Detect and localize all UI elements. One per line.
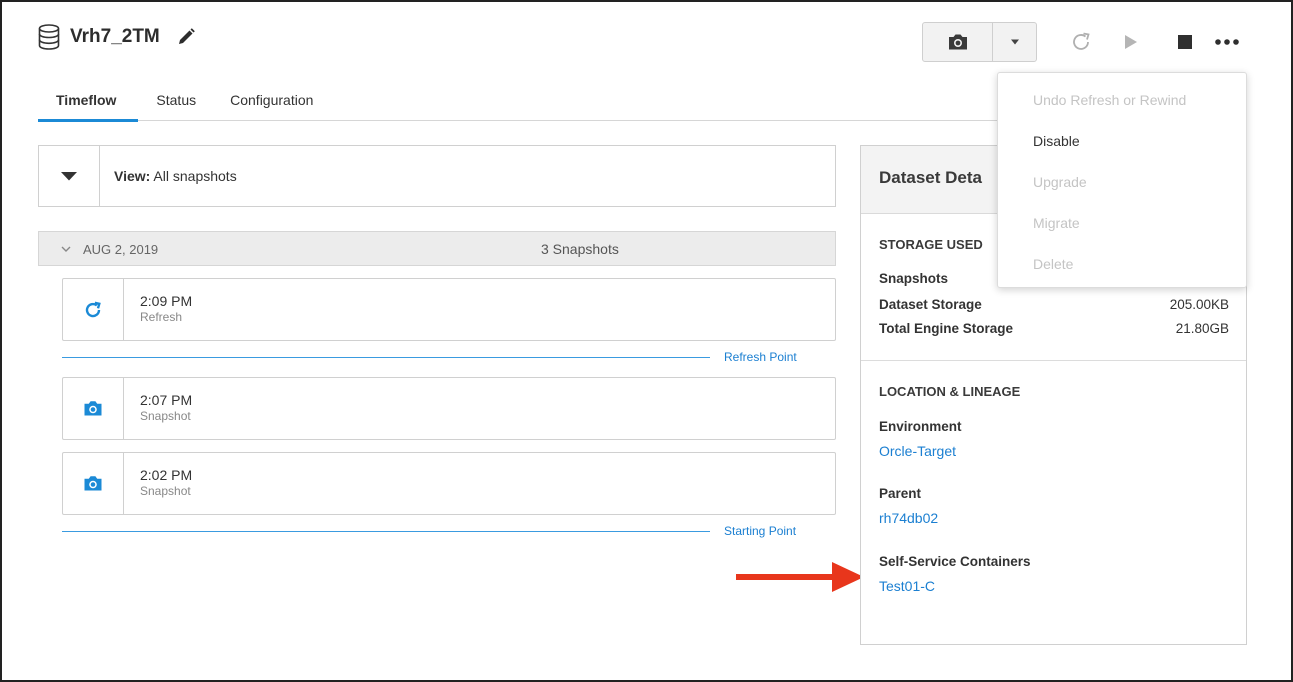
snapshot-card[interactable]: 2:07 PM Snapshot	[62, 377, 836, 440]
snapshot-time: 2:02 PM	[140, 467, 193, 483]
refresh-button[interactable]	[1067, 28, 1095, 56]
snapshot-card[interactable]: 2:09 PM Refresh	[62, 278, 836, 341]
caret-down-icon	[1010, 39, 1019, 45]
snapshot-icon-cell	[63, 279, 124, 340]
start-button[interactable]	[1117, 28, 1145, 56]
stop-icon	[1178, 35, 1192, 49]
refresh-icon	[1073, 32, 1090, 50]
snapshot-icon-cell	[63, 378, 124, 439]
more-horizontal-icon	[1215, 39, 1239, 45]
self-service-container-link[interactable]: Test01-C	[879, 578, 935, 594]
refresh-point-line	[62, 357, 710, 358]
parent-label: Parent	[879, 486, 922, 501]
more-actions-button[interactable]	[1213, 28, 1241, 56]
view-filter-label: View: All snapshots	[100, 146, 237, 206]
menu-item-upgrade[interactable]: Upgrade	[998, 172, 1246, 213]
snapshot-split-button	[922, 22, 1037, 62]
date-group-header[interactable]: AUG 2, 2019 3 Snapshots	[38, 231, 836, 266]
view-filter-toggle[interactable]	[39, 146, 100, 206]
storage-row-dataset: Dataset Storage 205.00KB	[879, 297, 1229, 315]
view-prefix: View:	[114, 168, 151, 184]
dataset-header: Vrh7_2TM	[38, 24, 196, 50]
triangle-down-icon	[61, 172, 77, 181]
camera-icon	[84, 401, 102, 416]
snapshot-text: 2:07 PM Snapshot	[124, 378, 192, 439]
snapshot-type: Snapshot	[140, 484, 191, 498]
storage-key: Dataset Storage	[879, 297, 982, 312]
tab-timeflow[interactable]: Timeflow	[38, 90, 139, 122]
snapshot-type: Snapshot	[140, 409, 191, 423]
dataset-title: Vrh7_2TM	[70, 26, 160, 47]
storage-key: Snapshots	[879, 271, 949, 286]
stop-button[interactable]	[1171, 28, 1199, 56]
tab-configuration[interactable]: Configuration	[230, 90, 333, 121]
group-date: AUG 2, 2019	[83, 242, 159, 257]
storage-section-title: STORAGE USED	[879, 237, 983, 252]
page-frame: Vrh7_2TM Timeflow Status Configuration V…	[0, 0, 1293, 682]
starting-point-line	[62, 531, 710, 532]
snapshot-card[interactable]: 2:02 PM Snapshot	[62, 452, 836, 515]
refresh-icon	[85, 301, 101, 317]
storage-row-total-engine: Total Engine Storage 21.80GB	[879, 321, 1229, 339]
snapshot-type: Refresh	[140, 310, 183, 324]
tab-bar: Timeflow Status Configuration	[38, 90, 1038, 122]
environment-label: Environment	[879, 419, 962, 434]
snapshot-time: 2:07 PM	[140, 392, 193, 408]
starting-point-label: Starting Point	[724, 524, 797, 538]
snapshot-text: 2:09 PM Refresh	[124, 279, 192, 340]
play-icon	[1125, 35, 1137, 49]
tab-status[interactable]: Status	[156, 90, 216, 121]
menu-item-undo-refresh[interactable]: Undo Refresh or Rewind	[998, 90, 1246, 131]
snapshot-time: 2:09 PM	[140, 293, 193, 309]
annotation-arrow-icon	[736, 562, 864, 592]
more-actions-menu: Undo Refresh or Rewind Disable Upgrade M…	[997, 72, 1247, 288]
menu-item-delete[interactable]: Delete	[998, 254, 1246, 295]
camera-icon	[948, 34, 967, 50]
database-icon	[38, 24, 60, 50]
self-service-containers-label: Self-Service Containers	[879, 554, 1031, 569]
snapshot-icon-cell	[63, 453, 124, 514]
snapshot-options-dropdown[interactable]	[993, 23, 1036, 61]
edit-pencil-icon[interactable]	[176, 27, 196, 47]
camera-icon	[84, 476, 102, 491]
menu-item-migrate[interactable]: Migrate	[998, 213, 1246, 254]
toolbar	[922, 22, 1241, 62]
storage-value: 205.00KB	[1169, 297, 1229, 312]
view-filter-bar: View: All snapshots	[38, 145, 836, 207]
take-snapshot-button[interactable]	[923, 23, 993, 61]
storage-value: 21.80GB	[1175, 321, 1229, 336]
environment-link[interactable]: Orcle-Target	[879, 443, 956, 459]
menu-item-disable[interactable]: Disable	[998, 131, 1246, 172]
snapshot-text: 2:02 PM Snapshot	[124, 453, 192, 514]
section-divider	[861, 360, 1246, 361]
lineage-section-title: LOCATION & LINEAGE	[879, 384, 1021, 399]
storage-key: Total Engine Storage	[879, 321, 1014, 336]
view-value: All snapshots	[150, 168, 237, 184]
parent-link[interactable]: rh74db02	[879, 510, 938, 526]
refresh-point-label: Refresh Point	[724, 350, 797, 364]
chevron-down-icon	[61, 246, 71, 252]
group-snapshot-count: 3 Snapshots	[541, 241, 619, 257]
